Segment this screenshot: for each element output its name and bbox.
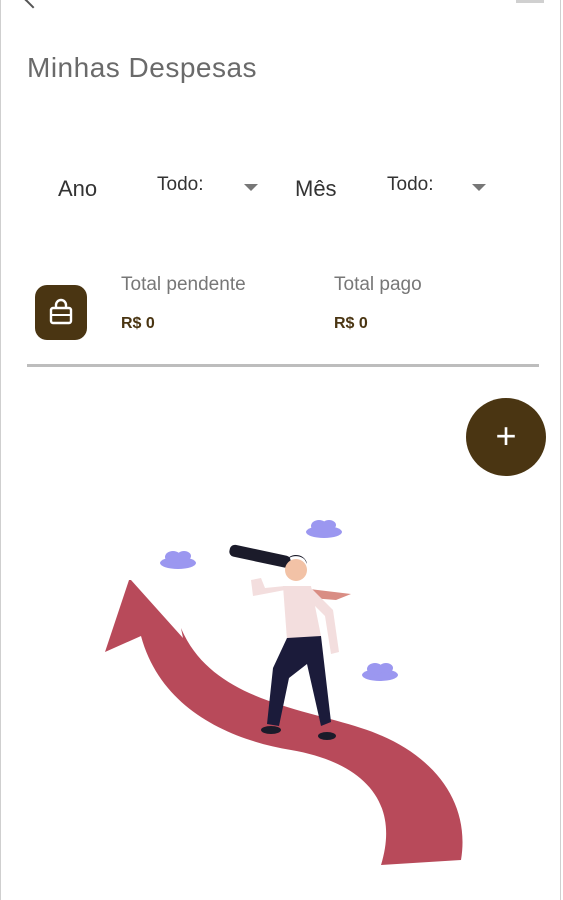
month-label: Mês	[295, 176, 337, 201]
add-expense-button[interactable]: +	[466, 398, 546, 476]
cloud-icon	[362, 663, 398, 681]
paid-total-value: R$ 0	[334, 315, 368, 332]
app-screen: Minhas Despesas Ano Todo: Mês Todo: Tota…	[0, 0, 561, 900]
cloud-icon	[306, 520, 342, 538]
year-label: Ano	[58, 176, 98, 201]
shopping-bag-icon	[49, 298, 73, 325]
chevron-down-icon	[472, 184, 486, 191]
month-select[interactable]: Todo:	[387, 174, 491, 202]
filter-row: Ano Todo: Mês Todo:	[1, 168, 560, 208]
pending-total-label: Total pendente	[121, 274, 246, 295]
empty-state-illustration	[105, 520, 463, 865]
paid-total-label: Total pago	[334, 274, 422, 295]
year-select-value: Todo:	[157, 174, 204, 195]
page-title: Minhas Despesas	[27, 52, 258, 83]
shopping-bag-badge	[35, 285, 87, 340]
divider	[27, 364, 539, 367]
plus-icon: +	[495, 415, 517, 456]
year-select[interactable]: Todo:	[157, 174, 261, 202]
growth-arrow	[105, 580, 463, 865]
cloud-icon	[160, 551, 196, 569]
pending-total-value: R$ 0	[121, 315, 155, 332]
chevron-down-icon	[244, 184, 258, 191]
top-bar	[1, 0, 560, 9]
month-select-value: Todo:	[387, 174, 434, 195]
back-icon[interactable]	[24, 0, 42, 9]
menu-icon[interactable]	[516, 0, 544, 3]
summary-panel: Total pendente R$ 0 Total pago R$ 0	[1, 270, 560, 360]
